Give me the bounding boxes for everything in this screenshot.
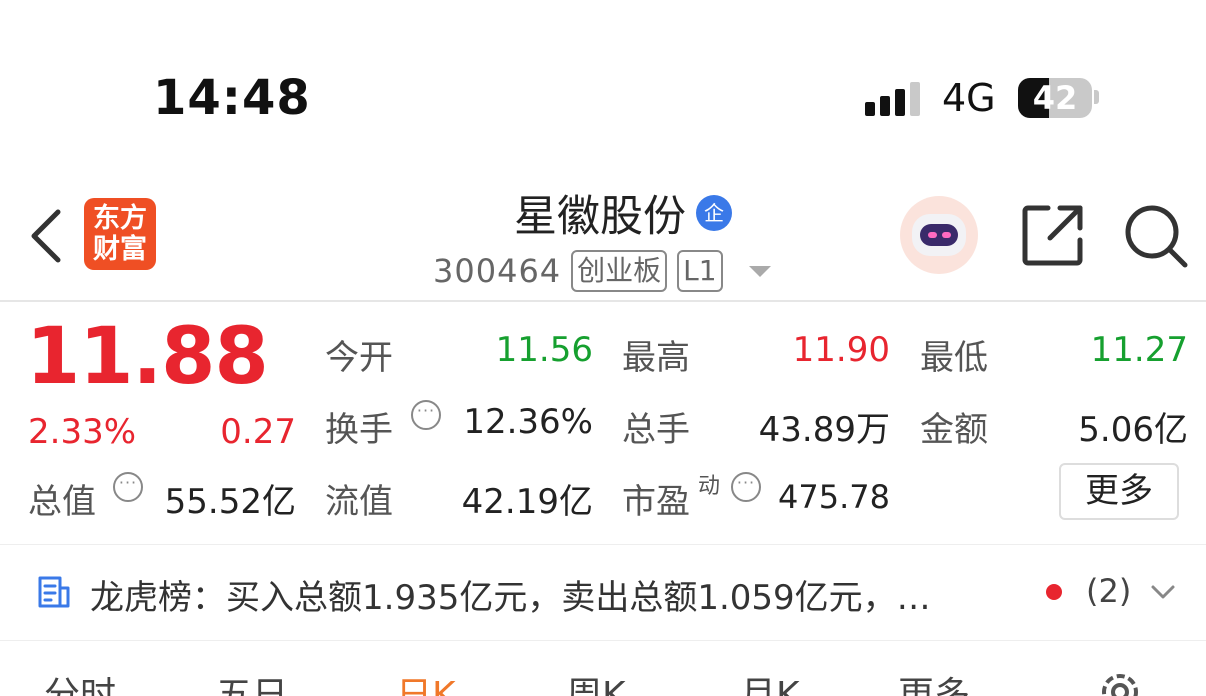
more-stats-button[interactable]: 更多	[1059, 463, 1179, 520]
tab-monthly-k[interactable]: 月K	[740, 666, 800, 696]
low-value: 11.27	[1090, 330, 1188, 370]
amount-label: 金额	[920, 410, 988, 450]
news-doc-icon	[38, 576, 70, 608]
open-label: 今开	[325, 338, 393, 378]
change-percent: 2.33%	[28, 412, 137, 452]
pe-dynamic-sup: 动	[698, 474, 721, 499]
header-divider	[0, 300, 1206, 302]
quote-divider	[0, 544, 1206, 545]
status-time: 14:48	[153, 70, 311, 126]
turnover-value: 12.36%	[463, 402, 593, 442]
news-count: (2)	[1086, 572, 1132, 610]
cellular-signal-icon	[865, 80, 925, 116]
float-cap-label: 流值	[325, 482, 393, 522]
level-tag: L1	[677, 250, 723, 292]
low-label: 最低	[920, 338, 988, 378]
network-type: 4G	[942, 76, 996, 120]
battery-icon: 42	[1018, 78, 1092, 118]
tab-weekly-k[interactable]: 周K	[566, 666, 626, 696]
pe-info-icon[interactable]: ···	[731, 472, 761, 502]
battery-level: 42	[1032, 79, 1078, 117]
open-value: 11.56	[495, 330, 593, 370]
stock-name[interactable]: 星徽股份	[514, 182, 686, 244]
board-tag: 创业板	[571, 250, 668, 292]
turnover-info-icon[interactable]: ···	[411, 400, 441, 430]
tab-intraday[interactable]: 分时	[44, 666, 116, 696]
pe-value: 475.78	[778, 478, 890, 516]
search-icon[interactable]	[1124, 204, 1188, 268]
unread-dot	[1046, 584, 1062, 600]
volume-value: 43.89万	[758, 410, 890, 450]
turnover-label: 换手	[325, 410, 393, 450]
change-amount: 0.27	[220, 412, 296, 452]
tab-daily-k[interactable]: 日K	[396, 666, 456, 696]
tab-five-day[interactable]: 五日	[216, 666, 288, 696]
back-arrow-icon[interactable]	[26, 206, 66, 266]
ai-assistant-icon[interactable]	[900, 196, 978, 274]
market-cap-label: 总值	[28, 482, 96, 522]
news-headline[interactable]: 龙虎榜：买入总额1.935亿元，卖出总额1.059亿元，…	[90, 570, 1030, 619]
float-cap-value: 42.19亿	[461, 482, 593, 522]
stock-subline[interactable]: 300464 创业板 L1	[433, 250, 771, 292]
market-cap-info-icon[interactable]: ···	[113, 472, 143, 502]
dropdown-caret-icon[interactable]	[748, 265, 771, 277]
eastmoney-logo[interactable]: 东方 财富	[84, 198, 156, 270]
current-price: 11.88	[26, 312, 269, 402]
gear-icon[interactable]	[1096, 668, 1144, 696]
tab-more[interactable]: 更多	[898, 666, 970, 696]
high-label: 最高	[622, 338, 690, 378]
news-divider	[0, 640, 1206, 641]
share-icon[interactable]	[1022, 204, 1084, 266]
enterprise-badge-icon: 企	[696, 195, 732, 231]
stock-code: 300464	[433, 252, 562, 290]
logo-line2: 财富	[93, 234, 147, 265]
battery-tip	[1094, 90, 1099, 104]
market-cap-value: 55.52亿	[164, 482, 296, 522]
high-value: 11.90	[792, 330, 890, 370]
amount-value: 5.06亿	[1078, 410, 1188, 450]
pe-label: 市盈	[622, 482, 690, 522]
chevron-down-icon[interactable]	[1150, 582, 1176, 602]
logo-line1: 东方	[93, 203, 147, 234]
volume-label: 总手	[622, 410, 690, 450]
